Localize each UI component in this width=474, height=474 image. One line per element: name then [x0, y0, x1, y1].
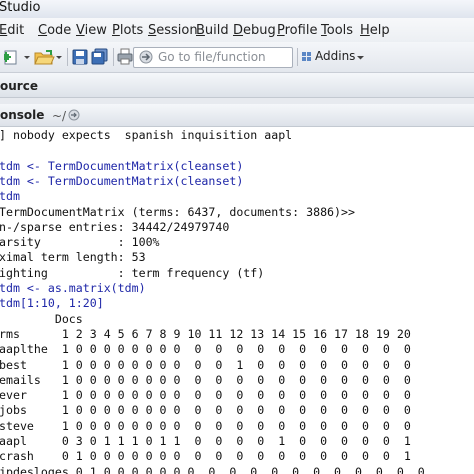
- console-output-line: n-/sparse entries: 34442/24979740: [0, 219, 230, 234]
- console-working-directory: ~/: [52, 109, 67, 123]
- console-output-line: ighting : term frequency (tf): [0, 265, 265, 280]
- console-output[interactable]: ] nobody expects spanish inquisition aap…: [0, 127, 474, 474]
- print-icon[interactable]: [117, 48, 133, 66]
- menu-build[interactable]: Build: [196, 23, 229, 38]
- console-command-line: tdm <- TermDocumentMatrix(cleanset): [0, 173, 244, 188]
- source-pane-tab[interactable]: ource: [0, 73, 474, 98]
- window-title: Studio: [0, 0, 41, 15]
- console-output-line: arsity : 100%: [0, 235, 160, 250]
- save-icon[interactable]: [72, 48, 88, 66]
- console-output-line: crash 0 1 0 0 0 0 0 0 0 0 0 0 0 0 0 0 0 …: [0, 449, 411, 464]
- menu-help[interactable]: Help: [360, 23, 390, 38]
- menu-session[interactable]: Session: [148, 23, 198, 38]
- console-command-line: tdm <- TermDocumentMatrix(cleanset): [0, 158, 244, 173]
- new-file-icon[interactable]: [4, 48, 18, 66]
- open-file-dropdown-icon[interactable]: [55, 48, 63, 66]
- console-output-line: aaplthe 1 0 0 0 0 0 0 0 0 0 0 0 0 0 0 0 …: [0, 342, 411, 357]
- go-to-file-input[interactable]: Go to file/function: [133, 47, 293, 68]
- console-output-line: jobs 1 0 0 0 0 0 0 0 0 0 0 0 0 0 0 0 0 0…: [0, 403, 411, 418]
- menu-bar: Edit Code View Plots Session Build Debug…: [0, 18, 474, 43]
- save-all-icon[interactable]: [91, 48, 109, 66]
- addins-dropdown-icon[interactable]: [356, 48, 366, 66]
- console-output-line: ximal term length: 53: [0, 250, 146, 265]
- source-pane-label: ource: [0, 79, 38, 93]
- console-output-line: rms 1 2 3 4 5 6 7 8 9 10 11 12 13 14 15 …: [0, 326, 411, 341]
- menu-debug[interactable]: Debug: [233, 23, 276, 38]
- console-command-line: tdm: [0, 189, 20, 204]
- console-output-line: best 1 0 0 0 0 0 0 0 0 0 0 1 0 0 0 0 0 0…: [0, 357, 411, 372]
- console-output-line: jpdesloges 0 1 0 0 0 0 0 0 0 0 0 0 0 0 0…: [0, 464, 425, 474]
- go-to-file-placeholder: Go to file/function: [158, 50, 266, 64]
- go-to-directory-icon[interactable]: [68, 109, 80, 121]
- toolbar-divider: [67, 48, 68, 66]
- console-output-line: Docs: [0, 311, 83, 326]
- console-output-line: ever 1 0 0 0 0 0 0 0 0 0 0 0 0 0 0 0 0 0…: [0, 388, 411, 403]
- console-pane-label: onsole: [0, 108, 45, 122]
- menu-code[interactable]: Code: [38, 23, 71, 38]
- console-output-line: aapl 0 3 0 1 1 1 0 1 1 0 0 0 0 1 0 0 0 0…: [0, 434, 411, 448]
- open-file-icon[interactable]: [33, 48, 55, 66]
- menu-view[interactable]: View: [76, 23, 107, 38]
- toolbar-divider: [113, 48, 114, 66]
- console-output-line: ] nobody expects spanish inquisition aap…: [0, 128, 293, 142]
- addins-icon: [302, 52, 311, 61]
- menu-profile[interactable]: Profile: [277, 23, 317, 38]
- toolbar: Go to file/function Addins: [0, 42, 474, 73]
- addins-button[interactable]: Addins: [315, 49, 355, 63]
- menu-tools[interactable]: Tools: [321, 23, 353, 38]
- console-output-line: TermDocumentMatrix (terms: 6437, documen…: [0, 204, 355, 219]
- menu-edit[interactable]: Edit: [0, 23, 24, 38]
- console-pane-tab[interactable]: onsole ~/: [0, 104, 474, 127]
- new-file-dropdown-icon[interactable]: [22, 48, 32, 66]
- title-bar: Studio: [0, 0, 474, 18]
- console-command-line: tdm[1:10, 1:20]: [0, 296, 104, 311]
- toolbar-divider: [297, 48, 298, 66]
- go-to-arrow-icon: [139, 50, 153, 64]
- menu-plots[interactable]: Plots: [112, 23, 143, 38]
- console-output-line: emails 1 0 0 0 0 0 0 0 0 0 0 0 0 0 0 0 0…: [0, 372, 411, 387]
- console-output-line: steve 1 0 0 0 0 0 0 0 0 0 0 0 0 0 0 0 0 …: [0, 418, 411, 433]
- console-command-line: tdm <- as.matrix(tdm): [0, 281, 146, 295]
